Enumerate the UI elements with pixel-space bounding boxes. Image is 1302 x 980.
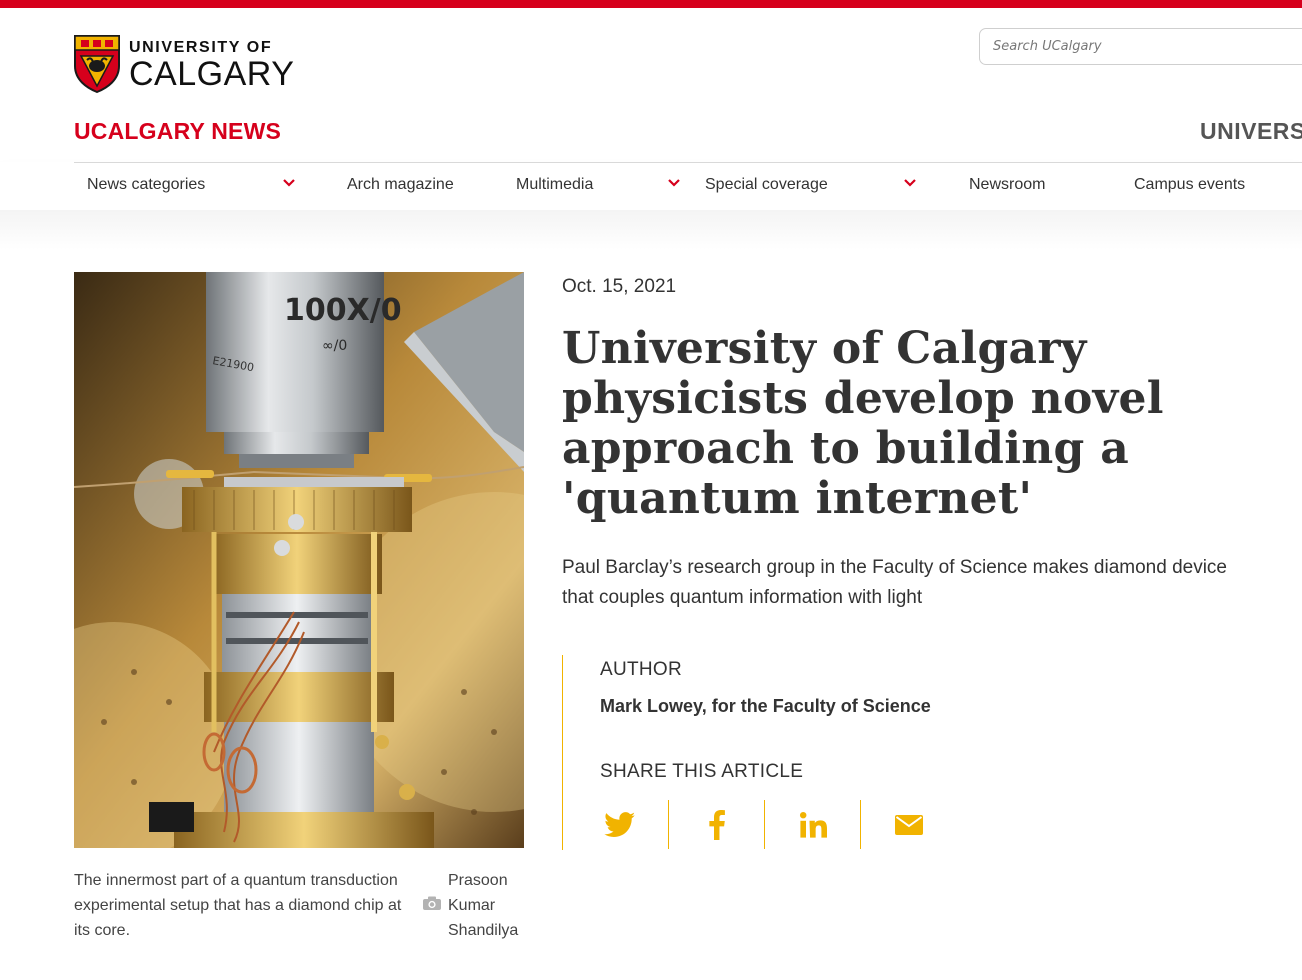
nav-item-newsroom[interactable]: Newsroom	[969, 176, 1045, 194]
share-label: SHARE THIS ARTICLE	[600, 761, 804, 782]
camera-icon	[422, 895, 442, 911]
search-input[interactable]	[980, 29, 1302, 64]
chevron-down-icon[interactable]	[667, 176, 681, 190]
facebook-icon	[709, 809, 725, 840]
logo-text-line1: UNIVERSITY OF	[129, 38, 273, 56]
chevron-down-icon[interactable]	[903, 176, 917, 190]
article-headline: University of Calgary physicists develop…	[562, 323, 1164, 524]
nav-item-multimedia[interactable]: Multimedia	[516, 176, 593, 194]
nav-item-arch-magazine[interactable]: Arch magazine	[347, 176, 454, 194]
article-dek: Paul Barclay’s research group in the Fac…	[562, 557, 1227, 608]
meta-accent-rule	[562, 655, 563, 850]
email-icon	[895, 814, 923, 835]
logo-text-line2: CALGARY	[129, 54, 295, 93]
crest-icon	[74, 35, 120, 94]
nav-divider	[74, 162, 1302, 163]
chevron-down-icon[interactable]	[282, 176, 296, 190]
site-title-link[interactable]: UCALGARY NEWS	[74, 118, 281, 145]
share-linkedin-button[interactable]	[765, 800, 861, 849]
image-credit: Prasoon Kumar Shandilya	[448, 872, 519, 939]
header-shadow-band	[0, 210, 1302, 250]
lens-label-infinity: ∞/0	[322, 338, 347, 354]
twitter-icon	[604, 811, 636, 837]
share-email-button[interactable]	[861, 800, 957, 849]
nav-item-special-coverage[interactable]: Special coverage	[705, 176, 828, 194]
lens-label-magnification: 100X/0	[284, 293, 402, 328]
image-caption: The innermost part of a quantum transduc…	[74, 872, 402, 939]
top-red-bar	[0, 0, 1302, 8]
article-date: Oct. 15, 2021	[562, 276, 677, 297]
university-logo[interactable]: UNIVERSITY OF CALGARY	[73, 32, 303, 94]
author-label: AUTHOR	[600, 659, 683, 680]
linkedin-icon	[799, 811, 827, 838]
main-nav: News categories Arch magazine Multimedia…	[0, 162, 1302, 210]
article-hero-image: 100X/0 ∞/0 E21900	[74, 272, 524, 848]
nav-item-news-categories[interactable]: News categories	[87, 176, 205, 194]
share-twitter-button[interactable]	[572, 800, 668, 849]
share-facebook-button[interactable]	[669, 800, 765, 849]
nav-item-campus-events[interactable]: Campus events	[1134, 176, 1245, 194]
university-link[interactable]: UNIVERSITY	[1200, 118, 1302, 145]
search-box[interactable]	[979, 28, 1302, 65]
author-name: Mark Lowey, for the Faculty of Science	[600, 696, 931, 716]
